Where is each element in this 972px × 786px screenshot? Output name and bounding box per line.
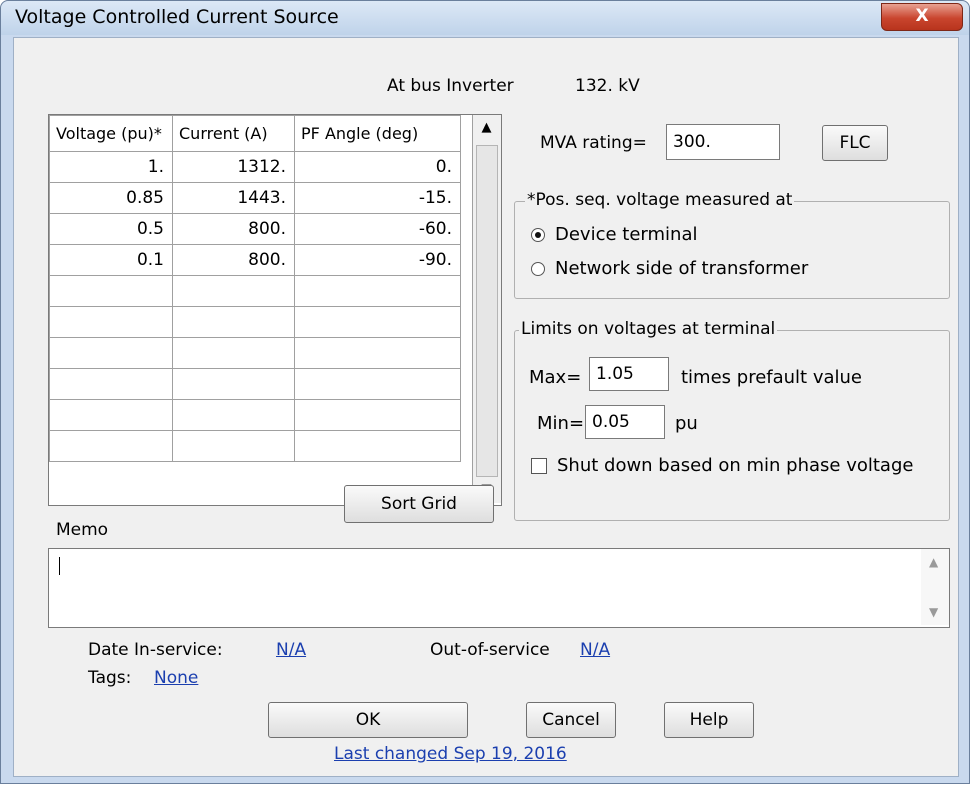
memo-scrollbar[interactable]: ▲ ▼ [921, 549, 949, 625]
grid-row [49, 368, 461, 400]
grid-cell[interactable]: 1312. [172, 151, 295, 183]
grid-cell[interactable] [294, 368, 461, 400]
radio-network-side[interactable]: Network side of transformer [531, 258, 831, 282]
text-caret [59, 557, 60, 575]
grid-row [49, 430, 461, 462]
grid-cell[interactable]: -15. [294, 182, 461, 214]
grid-table: Voltage (pu)* Current (A) PF Angle (deg)… [49, 115, 461, 462]
close-icon: X [915, 6, 929, 26]
tags-label: Tags: [88, 668, 132, 688]
bus-label: At bus Inverter [387, 76, 514, 96]
grid-row [49, 337, 461, 369]
vi-grid[interactable]: Voltage (pu)* Current (A) PF Angle (deg)… [48, 114, 502, 506]
shutdown-checkbox[interactable]: Shut down based on min phase voltage [531, 455, 941, 479]
grid-cell[interactable] [49, 368, 173, 400]
limits-group: Limits on voltages at terminal Max= 1.05… [514, 319, 950, 521]
dialog-window: Voltage Controlled Current Source X At b… [0, 0, 970, 784]
grid-row [49, 399, 461, 431]
mva-rating-label: MVA rating= [540, 133, 647, 153]
grid-cell[interactable] [172, 368, 295, 400]
grid-cell[interactable]: 800. [172, 213, 295, 245]
out-of-service-link[interactable]: N/A [580, 640, 610, 660]
tags-link[interactable]: None [154, 668, 198, 688]
grid-row: 1. 1312. 0. [49, 151, 461, 183]
help-button[interactable]: Help [664, 702, 754, 738]
sort-grid-button[interactable]: Sort Grid [344, 485, 494, 523]
max-label: Max= [529, 367, 582, 388]
grid-row [49, 275, 461, 307]
max-unit-label: times prefault value [681, 367, 862, 388]
pos-seq-group: *Pos. seq. voltage measured at Device te… [514, 190, 950, 299]
max-voltage-input[interactable]: 1.05 [589, 357, 669, 391]
grid-header-row: Voltage (pu)* Current (A) PF Angle (deg) [49, 115, 461, 152]
grid-cell[interactable]: -60. [294, 213, 461, 245]
grid-row [49, 306, 461, 338]
memo-label: Memo [56, 520, 109, 540]
limits-legend: Limits on voltages at terminal [519, 319, 778, 339]
grid-cell[interactable] [172, 275, 295, 307]
grid-cell[interactable]: 0.85 [49, 182, 173, 214]
checkbox-unchecked-icon [531, 458, 547, 474]
grid-cell[interactable] [49, 430, 173, 462]
grid-cell[interactable] [49, 306, 173, 338]
out-of-service-label: Out-of-service [430, 640, 550, 660]
grid-cell[interactable] [172, 399, 295, 431]
dialog-body: At bus Inverter 132. kV Voltage (pu)* Cu… [13, 37, 959, 777]
last-changed-link[interactable]: Last changed Sep 19, 2016 [334, 744, 567, 764]
scroll-up-icon[interactable]: ▲ [929, 555, 938, 569]
grid-cell[interactable] [172, 337, 295, 369]
radio-unselected-icon [531, 262, 545, 276]
shutdown-label: Shut down based on min phase voltage [557, 455, 914, 476]
scroll-down-icon[interactable]: ▼ [929, 605, 938, 619]
window-title: Voltage Controlled Current Source [15, 6, 339, 28]
in-service-label: Date In-service: [88, 640, 223, 660]
grid-cell[interactable] [294, 306, 461, 338]
column-header-pf-angle[interactable]: PF Angle (deg) [294, 115, 461, 152]
grid-row: 0.85 1443. -15. [49, 182, 461, 214]
grid-cell[interactable]: 0.5 [49, 213, 173, 245]
grid-cell[interactable]: 1. [49, 151, 173, 183]
grid-cell[interactable] [294, 399, 461, 431]
grid-cell[interactable] [172, 306, 295, 338]
pos-seq-legend: *Pos. seq. voltage measured at [525, 190, 795, 210]
bus-voltage: 132. kV [575, 76, 640, 96]
scroll-thumb[interactable] [476, 145, 498, 477]
column-header-voltage[interactable]: Voltage (pu)* [49, 115, 173, 152]
ok-button[interactable]: OK [268, 702, 468, 738]
radio-device-terminal-label: Device terminal [555, 224, 698, 245]
min-unit-label: pu [675, 413, 698, 434]
grid-scrollbar[interactable]: ▲ ▼ [472, 115, 501, 503]
radio-device-terminal[interactable]: Device terminal [531, 224, 751, 248]
grid-cell[interactable]: -90. [294, 244, 461, 276]
column-header-current[interactable]: Current (A) [172, 115, 295, 152]
radio-selected-icon [531, 228, 545, 242]
close-button[interactable]: X [881, 3, 963, 31]
memo-textarea[interactable]: ▲ ▼ [48, 548, 950, 628]
grid-cell[interactable]: 0. [294, 151, 461, 183]
mva-rating-input[interactable]: 300. [666, 124, 780, 160]
grid-row: 0.5 800. -60. [49, 213, 461, 245]
grid-cell[interactable] [172, 430, 295, 462]
grid-row: 0.1 800. -90. [49, 244, 461, 276]
scroll-up-icon[interactable]: ▲ [473, 115, 500, 141]
grid-cell[interactable] [294, 430, 461, 462]
min-voltage-input[interactable]: 0.05 [585, 405, 665, 439]
grid-cell[interactable] [49, 275, 173, 307]
grid-cell[interactable]: 1443. [172, 182, 295, 214]
grid-cell[interactable] [49, 399, 173, 431]
radio-network-side-label: Network side of transformer [555, 258, 809, 279]
min-label: Min= [537, 413, 585, 434]
title-bar: Voltage Controlled Current Source X [1, 1, 969, 35]
grid-cell[interactable] [294, 275, 461, 307]
cancel-button[interactable]: Cancel [526, 702, 616, 738]
grid-cell[interactable] [294, 337, 461, 369]
in-service-link[interactable]: N/A [276, 640, 306, 660]
flc-button[interactable]: FLC [822, 125, 888, 161]
grid-cell[interactable] [49, 337, 173, 369]
grid-cell[interactable]: 800. [172, 244, 295, 276]
grid-cell[interactable]: 0.1 [49, 244, 173, 276]
